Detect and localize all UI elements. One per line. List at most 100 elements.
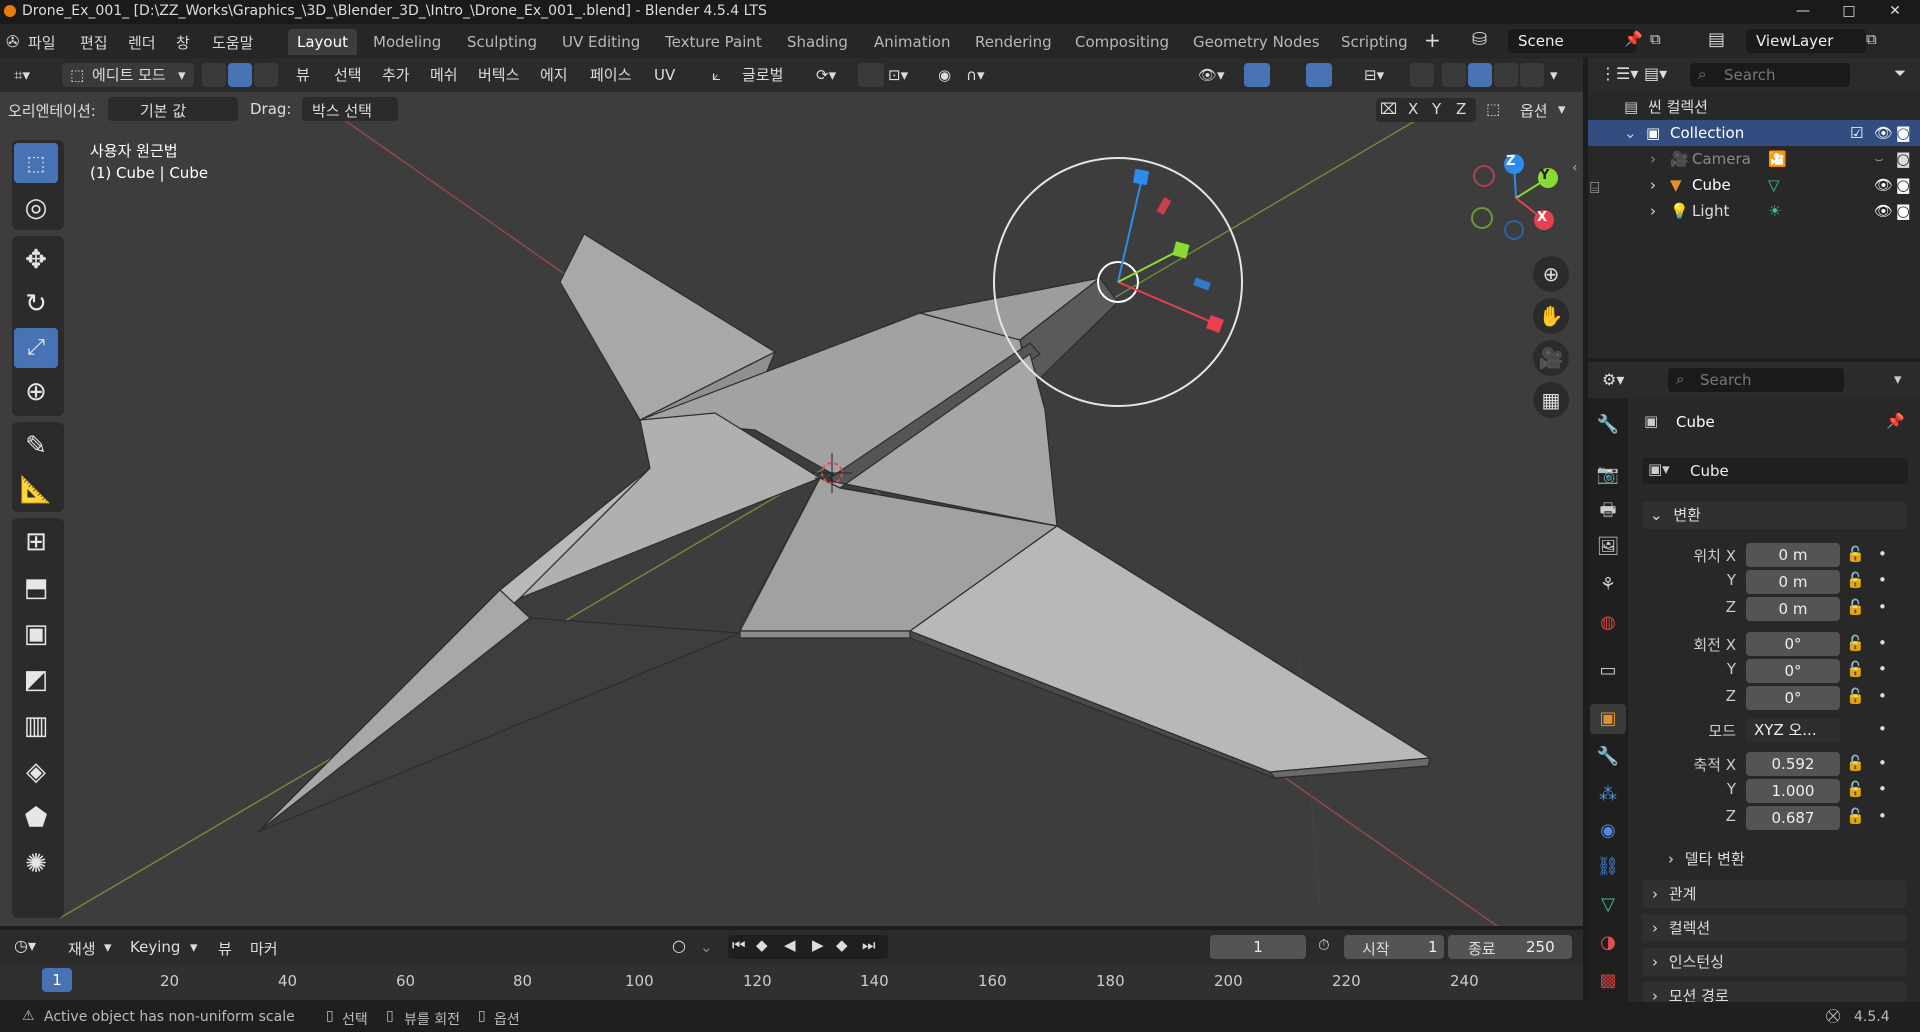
pin-icon[interactable]: 📌	[1624, 30, 1643, 48]
inset-tool-icon[interactable]: ▣	[14, 614, 58, 654]
rotate-tool-icon[interactable]: ↻	[14, 284, 58, 324]
auto-merge-icon[interactable]: ⬚	[1486, 100, 1500, 118]
current-frame-field[interactable]: 1	[1210, 935, 1306, 959]
face-select-icon[interactable]	[254, 63, 278, 87]
tool-tab-icon[interactable]: 🔧	[1590, 410, 1626, 440]
tab-layout[interactable]: Layout	[288, 29, 357, 55]
menu-vertex[interactable]: 버텍스	[478, 63, 519, 87]
scale-y-field[interactable]: 1.000	[1746, 779, 1840, 803]
add-workspace-icon[interactable]: +	[1424, 28, 1441, 52]
cursor-tool-icon[interactable]: ◎	[14, 188, 58, 228]
menu-select[interactable]: 선택	[334, 63, 362, 87]
tab-modeling[interactable]: Modeling	[364, 29, 450, 55]
keyframe-dot-icon[interactable]: •	[1878, 687, 1887, 705]
menu-window[interactable]: 창	[176, 32, 190, 53]
menu-face[interactable]: 페이스	[590, 63, 631, 87]
menu-add[interactable]: 추가	[382, 63, 410, 87]
wireframe-shading-icon[interactable]	[1442, 63, 1466, 87]
keyframe-dot-icon[interactable]: •	[1878, 754, 1887, 772]
eye-icon[interactable]: 👁	[1874, 172, 1893, 198]
outliner-item-light[interactable]: › 💡 Light ☀ 👁 ◙	[1588, 198, 1920, 224]
shading-options-icon[interactable]: ▾	[1550, 63, 1558, 87]
knife-tool-icon[interactable]: ◈	[14, 752, 58, 792]
zoom-icon[interactable]: ⊕	[1533, 256, 1569, 292]
texture-tab-icon[interactable]: ▩	[1590, 966, 1626, 996]
lock-icon[interactable]: 🔓	[1846, 754, 1865, 772]
rotation-y-field[interactable]: 0°	[1746, 659, 1840, 683]
gizmo-toggle-icon[interactable]	[1244, 63, 1270, 87]
camera-render-icon[interactable]: ◙	[1896, 120, 1911, 146]
edge-select-icon[interactable]	[228, 63, 252, 87]
add-cube-tool-icon[interactable]: ⊞	[14, 522, 58, 562]
3d-viewport[interactable]: Z Y X 사용자 원근법 (1) Cube | Cube ⊕ ✋ 🎥 ▦ ‹ …	[0, 58, 1583, 926]
eye-icon[interactable]: 👁	[1874, 198, 1893, 224]
constraints-tab-icon[interactable]: ⛓	[1590, 852, 1626, 882]
tab-geometry-nodes[interactable]: Geometry Nodes	[1184, 29, 1329, 55]
location-z-field[interactable]: 0 m	[1746, 597, 1840, 621]
overlay-toggle-icon[interactable]	[1306, 63, 1332, 87]
mirror-y-toggle[interactable]: Y	[1432, 100, 1441, 118]
tab-scripting[interactable]: Scripting	[1332, 29, 1417, 55]
rotation-x-field[interactable]: 0°	[1746, 632, 1840, 656]
vertex-select-icon[interactable]	[202, 63, 226, 87]
view-layer-icon[interactable]: ▤	[1708, 29, 1725, 50]
playhead[interactable]: 1	[42, 968, 72, 992]
scene-icon[interactable]: ⛁	[1472, 29, 1487, 50]
minimize-button[interactable]: —	[1780, 0, 1826, 24]
menu-playback[interactable]: 재생	[68, 938, 96, 959]
lock-icon[interactable]: 🔓	[1846, 598, 1865, 616]
camera-render-icon[interactable]: ◙	[1896, 146, 1911, 172]
display-mode-icon[interactable]: ▤▾	[1644, 64, 1667, 83]
extrude-tool-icon[interactable]: ⬒	[14, 568, 58, 608]
outliner-scene-collection[interactable]: ▤ 씬 컬렉션	[1588, 94, 1920, 120]
keyframe-dot-icon[interactable]: •	[1878, 660, 1887, 678]
chevron-right-icon[interactable]: ›	[1650, 146, 1656, 172]
transform-panel-header[interactable]: ⌄ 변환	[1642, 501, 1906, 529]
pin-icon[interactable]: 📌	[1886, 412, 1905, 430]
mirror-z-toggle[interactable]: Z	[1456, 100, 1466, 118]
next-keyframe-icon[interactable]: ◆	[836, 936, 848, 954]
data-tab-icon[interactable]: ▽	[1590, 890, 1626, 920]
rotation-z-field[interactable]: 0°	[1746, 686, 1840, 710]
outliner-item-camera[interactable]: › 🎥 Camera 🎦 ⌣ ◙	[1588, 146, 1920, 172]
lock-icon[interactable]: 🔓	[1846, 780, 1865, 798]
menu-edge[interactable]: 에지	[540, 63, 568, 87]
output-tab-icon[interactable]: 🖶	[1590, 496, 1626, 526]
bevel-tool-icon[interactable]: ◩	[14, 660, 58, 700]
motion-paths-panel-header[interactable]: › 모션 경로	[1642, 982, 1906, 1002]
menu-edit[interactable]: 편집	[80, 32, 108, 53]
chevron-right-icon[interactable]: ›	[1650, 198, 1656, 224]
transform-tool-icon[interactable]: ⊕	[14, 372, 58, 412]
camera-view-icon[interactable]: 🎥	[1533, 340, 1569, 376]
play-reverse-icon[interactable]: ◀	[784, 936, 796, 954]
menu-help[interactable]: 도움말	[212, 32, 253, 53]
editor-type-icon[interactable]: ⌗▾	[14, 63, 30, 87]
keyframe-dot-icon[interactable]: •	[1878, 780, 1887, 798]
menu-file[interactable]: 파일	[28, 32, 56, 53]
menu-view[interactable]: 뷰	[296, 63, 310, 87]
tab-sculpting[interactable]: Sculpting	[458, 29, 546, 55]
pan-hand-icon[interactable]: ✋	[1533, 298, 1569, 334]
grid-view-icon[interactable]: ▦	[1533, 382, 1569, 418]
transform-orientation-icon[interactable]: ⟀	[712, 63, 721, 87]
snap-target-icon[interactable]: ⊡▾	[888, 63, 908, 87]
menu-uv[interactable]: UV	[654, 63, 675, 87]
outliner-side-icon[interactable]: ⌸	[1590, 178, 1600, 198]
stopwatch-icon[interactable]: ⏱	[1318, 936, 1330, 954]
maximize-button[interactable]: □	[1826, 0, 1872, 24]
mirror-x-toggle[interactable]: X	[1408, 100, 1418, 118]
keyframe-dot-icon[interactable]: •	[1878, 598, 1887, 616]
annotate-tool-icon[interactable]: ✎	[14, 426, 58, 466]
lock-icon[interactable]: 🔓	[1846, 545, 1865, 563]
transform-orientation-label[interactable]: 글로벌	[742, 63, 783, 87]
menu-render[interactable]: 렌더	[128, 32, 156, 53]
scale-z-field[interactable]: 0.687	[1746, 806, 1840, 830]
keyframe-dot-icon[interactable]: •	[1878, 720, 1887, 738]
close-button[interactable]: ✕	[1872, 0, 1918, 24]
lock-icon[interactable]: 🔓	[1846, 634, 1865, 652]
eye-icon[interactable]: 👁	[1874, 120, 1893, 146]
relations-panel-header[interactable]: › 관계	[1642, 880, 1906, 908]
keyframe-dot-icon[interactable]: •	[1878, 807, 1887, 825]
keyframe-dot-icon[interactable]: •	[1878, 571, 1887, 589]
checkbox-icon[interactable]: ☑	[1850, 120, 1863, 146]
